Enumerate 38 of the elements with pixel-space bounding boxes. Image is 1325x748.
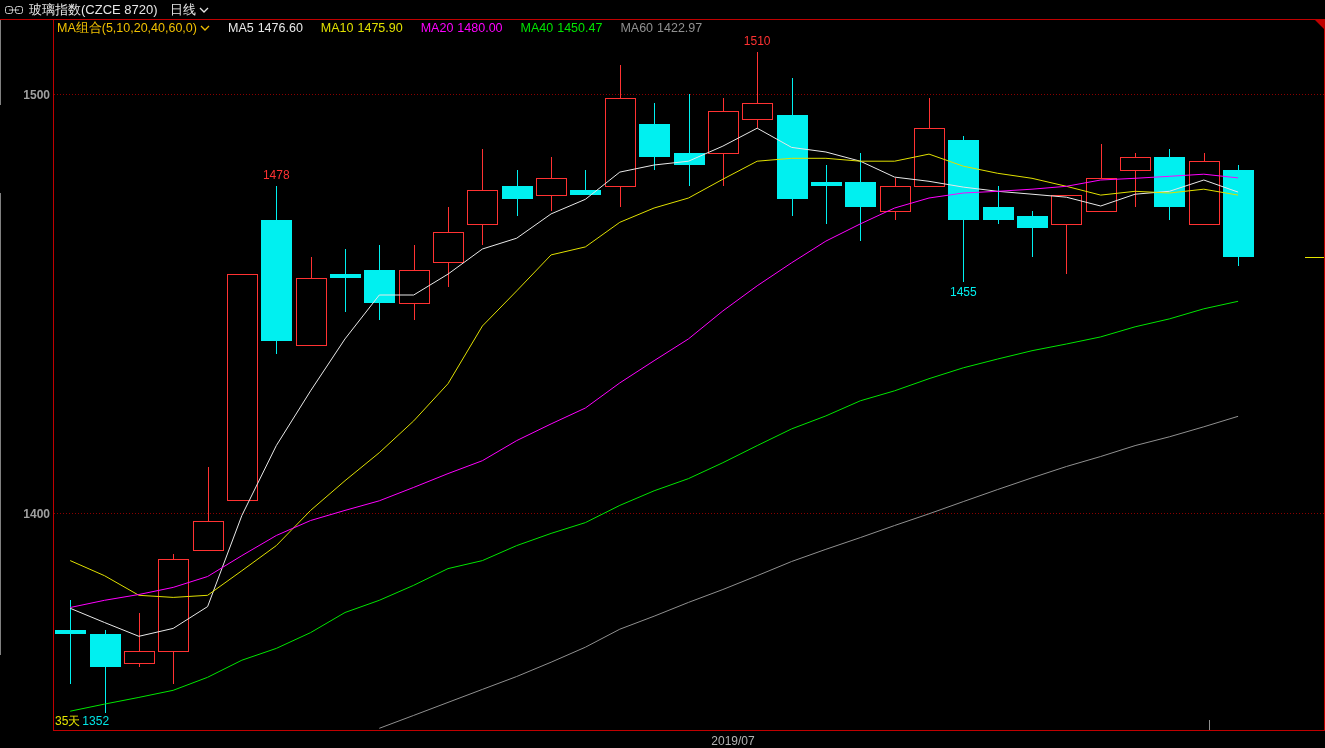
candlestick: [1017, 210, 1048, 258]
ma-combo-dropdown[interactable]: MA组合(5,10,20,40,60,0): [57, 20, 210, 36]
legend-series-name: MA40: [520, 20, 554, 36]
legend-series-name: MA60: [620, 20, 654, 36]
legend-value: 1422.97: [657, 20, 703, 36]
legend-value: 1475.90: [357, 20, 403, 36]
candlestick: [330, 248, 361, 313]
period-low-label: 1352: [82, 714, 110, 728]
candlestick: [983, 185, 1014, 225]
candlestick: [536, 156, 567, 212]
legend-value: 1450.47: [557, 20, 603, 36]
last-price-marker: [1304, 257, 1325, 258]
low-price-label: 1455: [949, 285, 977, 300]
legend-value: 1476.60: [257, 20, 303, 36]
y-axis-label: 1500: [23, 87, 50, 102]
legend-series-name: MA5: [227, 20, 254, 36]
tick-mark: [1209, 719, 1210, 731]
high-price-label: 1478: [262, 168, 290, 183]
chevron-down-icon: [199, 25, 210, 31]
candlestick: [880, 177, 911, 221]
candlestick: [639, 102, 670, 171]
y-axis-label: 1400: [23, 506, 50, 521]
candlestick: [124, 612, 155, 668]
candlestick: [1120, 152, 1151, 208]
candlestick: [811, 164, 842, 225]
chevron-down-icon: [198, 6, 209, 13]
legend-value: 1480.00: [457, 20, 503, 36]
day-count-label: 35天: [55, 714, 81, 728]
high-price-label: 1510: [743, 34, 771, 49]
candlestick: [1086, 143, 1117, 212]
link-icon: [5, 5, 23, 14]
period-dropdown[interactable]: 日线: [169, 1, 209, 18]
candlestick: [570, 169, 601, 196]
legend-series-name: MA10: [320, 20, 354, 36]
instrument-title: 玻璃指数(CZCE 8720): [29, 1, 158, 19]
x-axis-label: 2019/07: [711, 734, 755, 748]
candlestick: [502, 169, 533, 217]
legend-series-name: MA20: [420, 20, 454, 36]
